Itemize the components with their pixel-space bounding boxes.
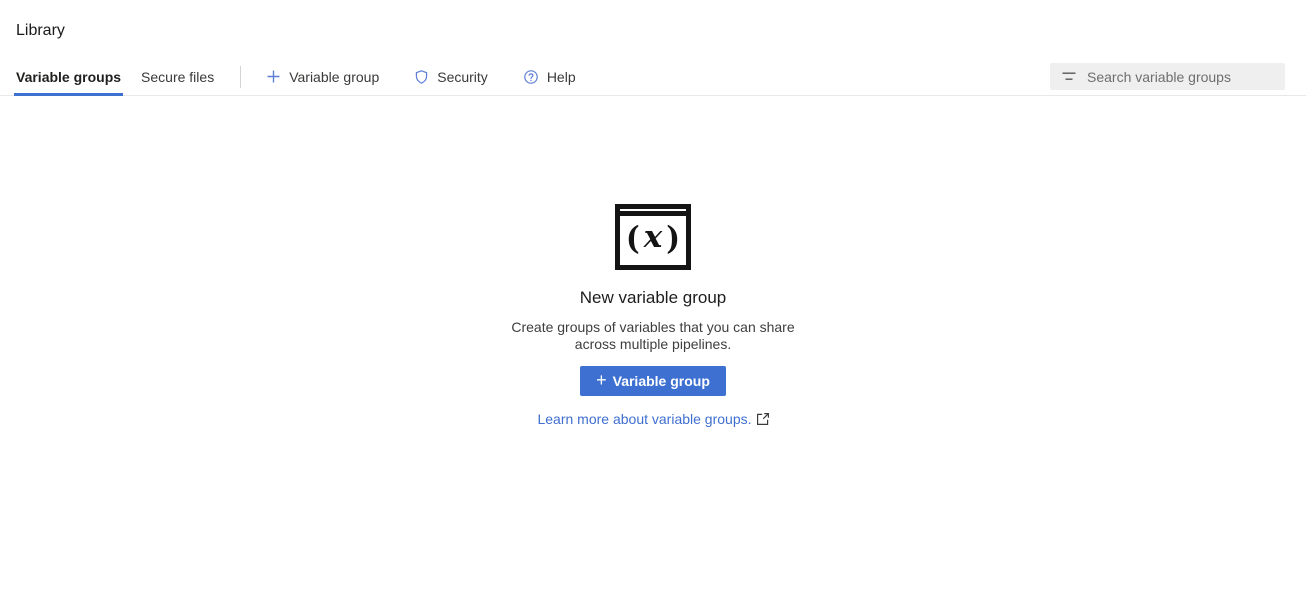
learn-more-link-label: Learn more about variable groups. (537, 411, 751, 427)
variable-group-icon-glyph: ( x ) (620, 216, 686, 260)
filter-icon (1062, 72, 1076, 81)
tab-secure-files[interactable]: Secure files (141, 58, 214, 95)
empty-state-description-line1: Create groups of variables that you can … (511, 319, 794, 336)
library-page: Library Variable groups Secure files Var… (0, 20, 1306, 427)
learn-more-link[interactable]: Learn more about variable groups. (537, 411, 768, 427)
variable-group-create-button[interactable]: + Variable group (580, 366, 726, 396)
tab-command-bar: Variable groups Secure files Variable gr… (0, 58, 1306, 96)
page-title: Library (16, 20, 1306, 41)
plus-icon: + (596, 371, 607, 391)
variable-group-create-button-label: Variable group (613, 373, 710, 389)
plus-icon (267, 70, 280, 83)
empty-state-description-line2: across multiple pipelines. (511, 336, 794, 353)
search-input[interactable] (1087, 69, 1277, 85)
variable-group-icon: ( x ) (615, 204, 691, 270)
tab-variable-groups[interactable]: Variable groups (16, 58, 121, 95)
empty-state-title: New variable group (580, 288, 726, 308)
empty-state-description: Create groups of variables that you can … (511, 319, 794, 353)
search-variable-groups-box (1050, 63, 1285, 90)
toolbar-divider (240, 66, 241, 88)
security-toolbar-label: Security (437, 69, 488, 85)
tab-variable-groups-label: Variable groups (16, 69, 121, 85)
shield-icon (415, 70, 428, 84)
help-toolbar-label: Help (547, 69, 576, 85)
help-icon (524, 70, 538, 84)
external-link-icon (757, 413, 769, 425)
variable-group-icon-titlebar (620, 209, 686, 216)
variable-group-toolbar-button[interactable]: Variable group (267, 69, 379, 85)
help-toolbar-button[interactable]: Help (524, 69, 576, 85)
variable-group-toolbar-label: Variable group (289, 69, 379, 85)
variable-groups-empty-state: ( x ) New variable group Create groups o… (0, 204, 1306, 427)
security-toolbar-button[interactable]: Security (415, 69, 488, 85)
tab-secure-files-label: Secure files (141, 69, 214, 85)
